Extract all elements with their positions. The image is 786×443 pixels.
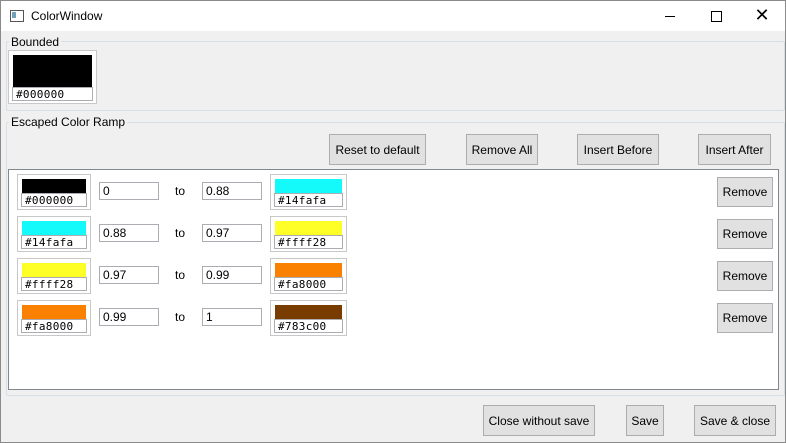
ramp-row-to-swatch[interactable]: #ffff28 — [270, 216, 347, 252]
bounded-color-swatch[interactable]: #000000 — [8, 50, 97, 104]
ramp-row-to-chip — [275, 305, 342, 320]
save-button[interactable]: Save — [626, 405, 664, 436]
insert-after-button[interactable]: Insert After — [698, 134, 771, 165]
ramp-row-from-hex-field[interactable]: #fa8000 — [21, 319, 87, 333]
ramp-row-remove-button[interactable]: Remove — [717, 303, 773, 333]
color-window: ColorWindow ✕ Bounded #000000 Escaped Co… — [0, 0, 786, 443]
ramp-row-to-swatch[interactable]: #783c00 — [270, 300, 347, 336]
ramp-row-from-hex-field[interactable]: #000000 — [21, 193, 87, 207]
remove-all-button[interactable]: Remove All — [466, 134, 538, 165]
ramp-row-remove-button[interactable]: Remove — [717, 219, 773, 249]
ramp-row-to-hex-field[interactable]: #783c00 — [274, 319, 343, 333]
close-icon: ✕ — [754, 5, 770, 26]
ramp-row-to-chip — [275, 179, 342, 194]
ramp-row-from-swatch[interactable]: #fa8000 — [17, 300, 91, 336]
ramp-row-from-swatch[interactable]: #ffff28 — [17, 258, 91, 294]
ramp-row-to-label: to — [175, 310, 186, 324]
ramp-row-to-chip — [275, 221, 342, 236]
reset-to-default-button[interactable]: Reset to default — [329, 134, 426, 165]
ramp-row-start-input[interactable]: 0.88 — [99, 224, 159, 242]
minimize-icon — [665, 15, 675, 17]
ramp-row-to-chip — [275, 263, 342, 278]
ramp-row-end-input[interactable]: 0.99 — [202, 266, 262, 284]
ramp-row-end-input[interactable]: 1 — [202, 308, 262, 326]
bounded-hex-field[interactable]: #000000 — [12, 87, 93, 101]
color-ramp-list[interactable]: #000000 0 to 0.88 #14fafa Remove #14fafa… — [8, 169, 779, 390]
close-window-button[interactable]: ✕ — [739, 1, 785, 31]
ramp-row-to-hex-field[interactable]: #14fafa — [274, 193, 343, 207]
ramp-row-from-chip — [22, 179, 86, 194]
ramp-row-to-hex-field[interactable]: #fa8000 — [274, 277, 343, 291]
ramp-row-from-chip — [22, 221, 86, 236]
ramp-row-end-input[interactable]: 0.88 — [202, 182, 262, 200]
bounded-group-label: Bounded — [9, 35, 62, 49]
ramp-row-from-swatch[interactable]: #14fafa — [17, 216, 91, 252]
ramp-row-to-label: to — [175, 268, 186, 282]
ramp-row-start-input[interactable]: 0.97 — [99, 266, 159, 284]
ramp-row-to-label: to — [175, 226, 186, 240]
minimize-button[interactable] — [647, 1, 693, 31]
ramp-row-from-chip — [22, 305, 86, 320]
close-without-save-button[interactable]: Close without save — [483, 405, 595, 436]
ramp-row-to-hex-field[interactable]: #ffff28 — [274, 235, 343, 249]
ramp-row-to-label: to — [175, 184, 186, 198]
bounded-group — [6, 41, 785, 111]
ramp-row-remove-button[interactable]: Remove — [717, 261, 773, 291]
ramp-row-end-input[interactable]: 0.97 — [202, 224, 262, 242]
ramp-row-start-input[interactable]: 0.99 — [99, 308, 159, 326]
maximize-button[interactable] — [693, 1, 739, 31]
title-bar: ColorWindow ✕ — [1, 1, 785, 31]
window-title: ColorWindow — [31, 9, 103, 23]
maximize-icon — [710, 10, 722, 22]
insert-before-button[interactable]: Insert Before — [577, 134, 659, 165]
bounded-color-chip — [13, 55, 92, 87]
ramp-row-remove-button[interactable]: Remove — [717, 177, 773, 207]
ramp-row-from-hex-field[interactable]: #14fafa — [21, 235, 87, 249]
app-window-icon — [10, 10, 24, 22]
ramp-row-from-swatch[interactable]: #000000 — [17, 174, 91, 210]
ramp-row-from-hex-field[interactable]: #ffff28 — [21, 277, 87, 291]
ramp-row-start-input[interactable]: 0 — [99, 182, 159, 200]
save-and-close-button[interactable]: Save & close — [694, 405, 776, 436]
ramp-group-label: Escaped Color Ramp — [9, 115, 128, 129]
ramp-row-to-swatch[interactable]: #fa8000 — [270, 258, 347, 294]
ramp-row-to-swatch[interactable]: #14fafa — [270, 174, 347, 210]
ramp-row-from-chip — [22, 263, 86, 278]
